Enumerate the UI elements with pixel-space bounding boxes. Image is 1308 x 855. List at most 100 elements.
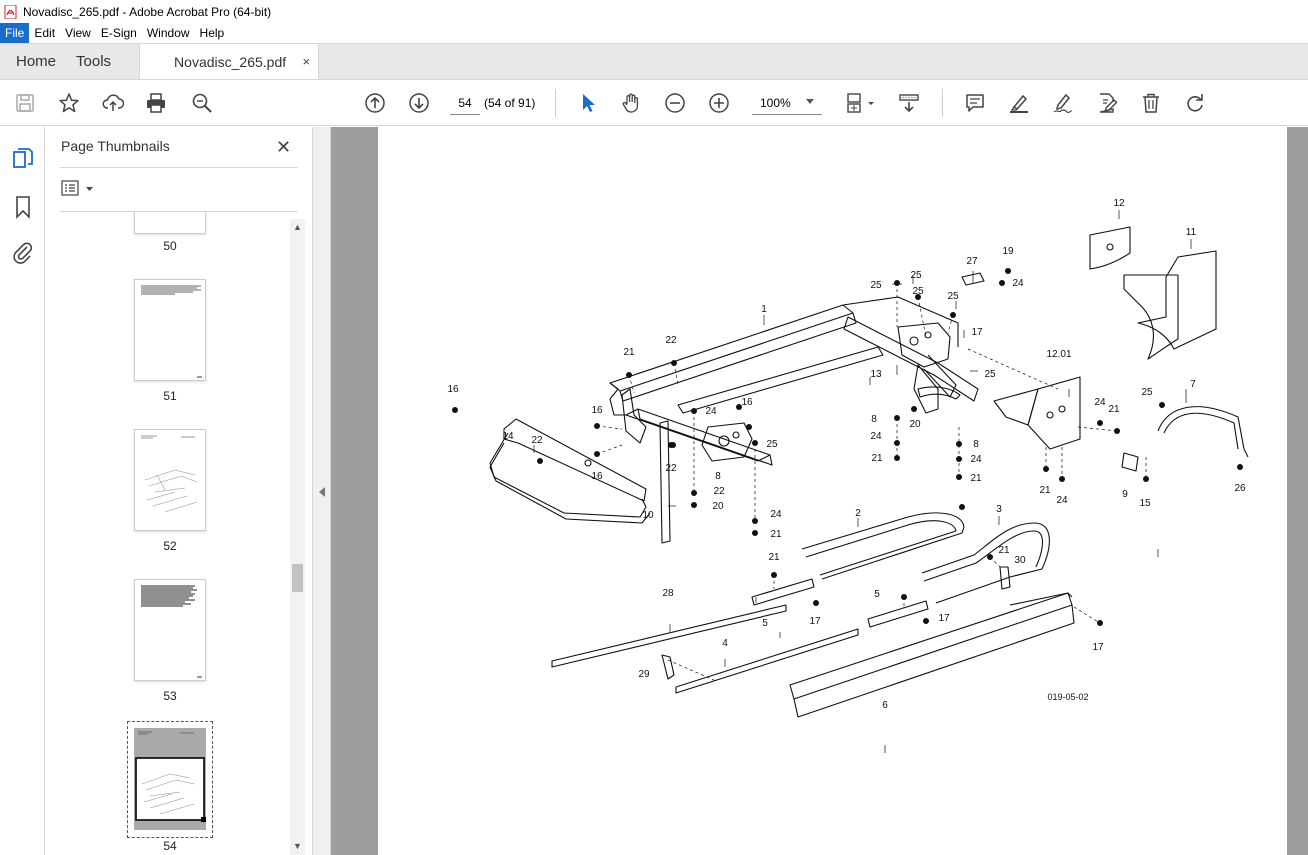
callout-22: 22 [665, 335, 677, 346]
upload-icon[interactable] [101, 91, 125, 115]
tab-document[interactable]: Novadisc_265.pdf × [139, 44, 320, 79]
callout-9: 9 [1122, 489, 1128, 500]
thumbnail-label: 51 [163, 389, 177, 403]
callout-16: 16 [447, 384, 459, 395]
save-icon[interactable] [13, 91, 37, 115]
callout-5: 5 [762, 618, 768, 629]
hand-icon[interactable] [619, 91, 643, 115]
page-number-input[interactable]: 54 [450, 91, 480, 115]
callout-30: 29 [638, 669, 650, 680]
callout-21: 21 [768, 552, 780, 563]
window-title: Novadisc_265.pdf - Adobe Acrobat Pro (64… [23, 4, 272, 19]
thumbnail-label: 50 [163, 239, 177, 253]
callout-14: 14 [502, 431, 514, 442]
callout-8: 8 [871, 414, 877, 425]
zoom-out-icon[interactable] [663, 91, 687, 115]
comment-icon[interactable] [963, 91, 987, 115]
scroll-down-icon[interactable]: ▼ [293, 841, 302, 851]
callout-17: 17 [1092, 642, 1104, 653]
callout-27: 26 [1234, 483, 1246, 494]
callout-24: 24 [1094, 397, 1106, 408]
callout-22: 21 [623, 347, 635, 358]
attachments-icon[interactable] [11, 240, 35, 264]
acrobat-window: Novadisc_265.pdf - Adobe Acrobat Pro (64… [0, 0, 1308, 855]
divider [60, 167, 298, 168]
bookmarks-icon[interactable] [11, 195, 35, 219]
callout-24: 24 [1012, 278, 1024, 289]
thumbnail-list: 50 51 52 53 54 [45, 212, 290, 855]
menu-window[interactable]: Window [142, 23, 195, 43]
edit-pdf-icon[interactable] [1095, 91, 1119, 115]
select-cursor-icon[interactable] [576, 91, 600, 115]
sign-icon[interactable] [1051, 91, 1075, 115]
callout-11: 11 [1186, 227, 1197, 238]
delete-icon[interactable] [1139, 91, 1163, 115]
panel-splitter[interactable] [313, 127, 331, 855]
thumbnail-page[interactable] [134, 429, 206, 531]
callout-16: 16 [591, 471, 603, 482]
thumbnail-page[interactable] [134, 212, 206, 234]
zoom-dropdown-chevron-icon[interactable] [806, 99, 814, 104]
tab-bar: Home Tools Novadisc_265.pdf × [0, 43, 1308, 80]
page-up-icon[interactable] [363, 91, 387, 115]
callout-25: 25 [947, 291, 959, 302]
callout-30: 30 [1014, 555, 1026, 566]
thumbnail-label: 52 [163, 539, 177, 553]
parts-diagram: 1 2 3 4 5 5 6 7 8 8 8 9 10 11 12 12.01 1 [447, 198, 1249, 753]
callout-20: 20 [909, 419, 921, 430]
callout-22: 22 [531, 435, 543, 446]
page-thumbnails-icon[interactable] [11, 147, 35, 171]
callout-24: 22 [713, 486, 725, 497]
menu-esign[interactable]: E-Sign [96, 23, 142, 43]
thumbnail-options-menu[interactable] [61, 180, 97, 198]
callout-5: 5 [874, 589, 880, 600]
print-icon[interactable] [144, 91, 168, 115]
callout-24: 24 [870, 431, 882, 442]
callout-22: 22 [665, 463, 677, 474]
bookmark-star-icon[interactable] [57, 91, 81, 115]
menu-file[interactable]: File [0, 23, 30, 43]
tab-close-icon[interactable]: × [302, 54, 310, 69]
menu-help[interactable]: Help [195, 23, 230, 43]
collapse-panel-icon[interactable] [319, 487, 325, 497]
callout-12-01: 12.01 [1046, 349, 1071, 360]
callout-21: 21 [770, 529, 782, 540]
callout-26: 25 [1141, 387, 1153, 398]
scroll-mode-icon[interactable] [897, 91, 921, 115]
callout-6: 6 [882, 700, 888, 711]
callout-3: 3 [996, 504, 1002, 515]
document-view[interactable]: 1 2 3 4 5 5 6 7 8 8 8 9 10 11 12 12.01 1 [331, 127, 1308, 855]
tab-home[interactable]: Home [0, 44, 72, 79]
zoom-in-icon[interactable] [707, 91, 731, 115]
fit-page-icon[interactable] [843, 91, 877, 115]
title-bar: Novadisc_265.pdf - Adobe Acrobat Pro (64… [0, 0, 1308, 23]
page-down-icon[interactable] [407, 91, 431, 115]
scrollbar-thumb[interactable] [292, 564, 303, 592]
callout-16: 16 [591, 405, 603, 416]
left-navigation-rail [0, 127, 45, 855]
menu-view[interactable]: View [60, 23, 96, 43]
callout-16: 16 [741, 397, 753, 408]
thumbnail-scrollbar[interactable]: ▲ ▼ [290, 219, 305, 855]
callout-13: 13 [870, 369, 882, 380]
callout-1: 1 [761, 304, 767, 315]
callout-21: 20 [712, 501, 724, 512]
thumbnail-selected-frame[interactable] [127, 721, 213, 838]
thumbnail-page[interactable] [134, 279, 206, 381]
drawing-code: 019-05-02 [1047, 692, 1088, 702]
tab-tools[interactable]: Tools [72, 44, 127, 79]
callout-24: 24 [770, 509, 782, 520]
close-icon[interactable]: ✕ [276, 137, 291, 158]
callout-29: 28 [662, 588, 674, 599]
thumbnail-page[interactable] [134, 579, 206, 681]
callout-24: 24 [970, 454, 982, 465]
scroll-up-icon[interactable]: ▲ [293, 222, 302, 232]
page-count-label: (54 of 91) [484, 96, 536, 110]
callout-21: 21 [1108, 404, 1120, 415]
callout-17: 17 [809, 616, 821, 627]
tab-document-label: Novadisc_265.pdf [174, 53, 287, 70]
highlight-icon[interactable] [1007, 91, 1031, 115]
rotate-icon[interactable] [1183, 91, 1207, 115]
search-zoom-icon[interactable] [190, 91, 214, 115]
menu-edit[interactable]: Edit [29, 23, 60, 43]
